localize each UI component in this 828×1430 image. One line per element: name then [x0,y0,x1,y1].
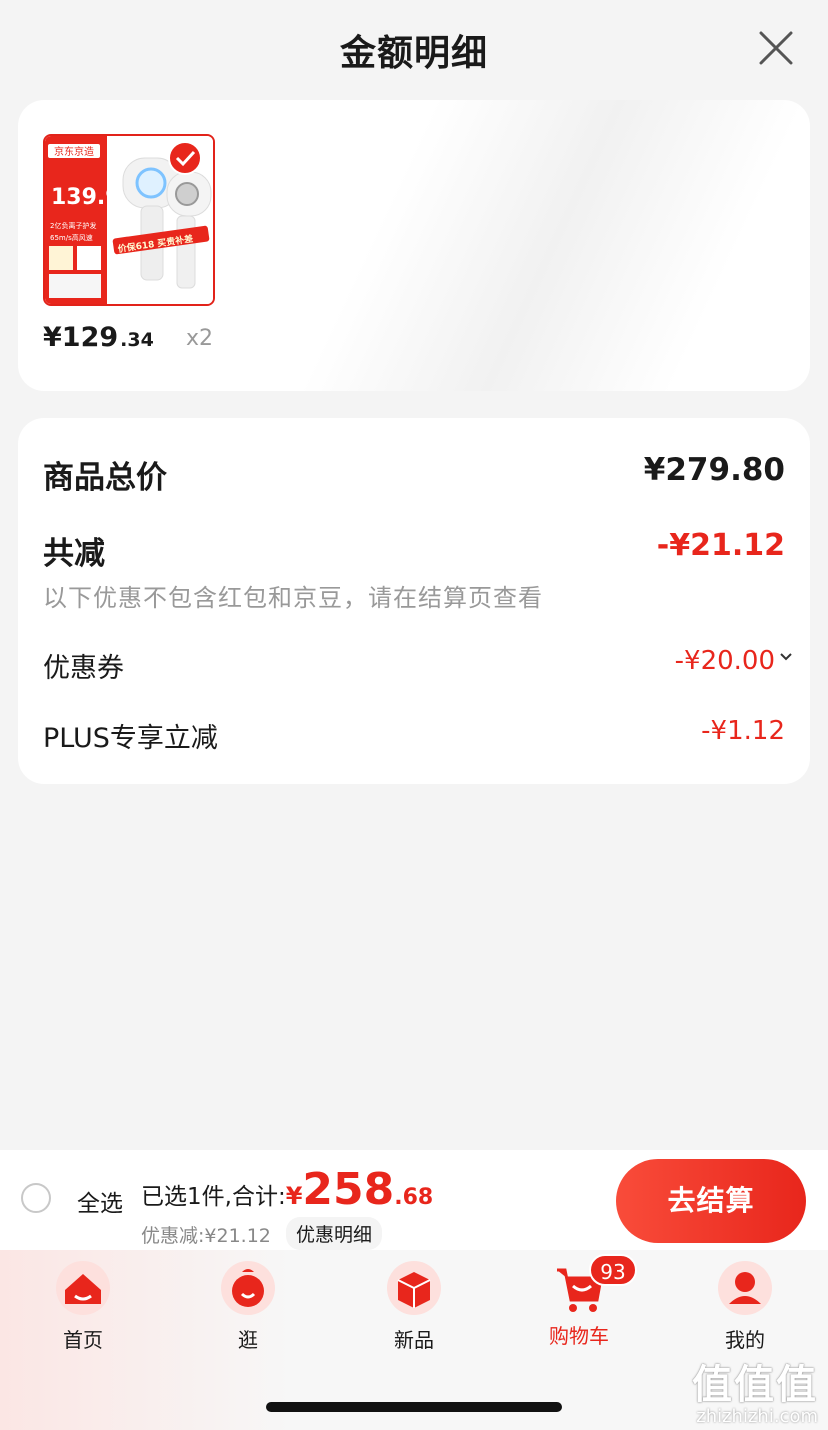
checkout-button[interactable]: 去结算 [616,1159,806,1243]
selected-count-text: 已选1件,合计: [141,1184,286,1210]
discount-note: 以下优惠不包含红包和京豆，请在结算页查看 [43,584,543,612]
product-thumbnail[interactable]: 京东京造 139.9 2亿负离子护发 65m/s高风速 价保618 买贵补差 [43,134,215,306]
product-price-main: ¥129 [43,322,119,353]
cart-badge: 93 [589,1254,637,1286]
new-products-icon [387,1261,441,1315]
tab-cart[interactable]: 93 购物车 [524,1254,637,1360]
page-title: 金额明细 [339,33,488,74]
checkout-summary: 已选1件,合计:¥258.68 [141,1164,433,1215]
tab-browse[interactable]: 逛 [193,1260,303,1360]
checkout-bar: 全选 已选1件,合计:¥258.68 优惠减:¥21.12 优惠明细 去结算 [0,1150,828,1250]
plus-discount-label: PLUS专享立减 [43,723,218,754]
tab-new-products-label: 新品 [394,1328,434,1352]
watermark-sub: zhizhizhi.com [696,1406,818,1427]
product-image: 京东京造 139.9 2亿负离子护发 65m/s高风速 价保618 买贵补差 [45,136,213,304]
tab-home-label: 首页 [63,1328,103,1352]
currency-symbol: ¥ [285,1182,303,1210]
home-icon [56,1261,110,1315]
tab-new-products[interactable]: 新品 [359,1260,469,1360]
svg-text:65m/s高风速: 65m/s高风速 [50,233,93,242]
product-quantity: x2 [186,326,214,351]
profile-icon [718,1261,772,1315]
header: 金额明细 [0,0,828,100]
tab-browse-label: 逛 [238,1328,258,1352]
product-price-decimal: .34 [120,329,154,351]
watermark: 值值值 zhizhizhi.com [692,1352,818,1427]
coupon-value[interactable]: -¥20.00 [675,646,775,676]
total-reduce-value: -¥21.12 [656,528,785,563]
browse-icon [221,1261,275,1315]
cart-icon-wrap: 93 [551,1254,637,1316]
total-price-label: 商品总价 [43,460,167,496]
select-all-label[interactable]: 全选 [77,1184,123,1218]
tab-profile-label: 我的 [725,1328,765,1352]
discount-detail-link[interactable]: 优惠明细 [286,1217,383,1250]
close-icon[interactable] [758,30,794,66]
tab-profile[interactable]: 我的 [690,1260,800,1360]
tab-home[interactable]: 首页 [28,1260,138,1360]
total-price-value: ¥279.80 [643,452,785,488]
chevron-down-icon[interactable] [779,652,793,662]
watermark-main: 值值值 [692,1362,818,1408]
total-amount-decimal: .68 [394,1185,434,1210]
home-indicator[interactable] [266,1402,562,1412]
total-amount: 258 [302,1164,395,1215]
coupon-label: 优惠券 [43,653,124,684]
select-all-checkbox[interactable] [21,1183,51,1213]
total-reduce-label: 共减 [43,536,105,572]
tab-cart-label: 购物车 [549,1324,609,1348]
svg-text:139.9: 139.9 [51,185,121,210]
plus-discount-value: -¥1.12 [701,716,785,746]
product-card: 京东京造 139.9 2亿负离子护发 65m/s高风速 价保618 买贵补差 ¥… [18,100,810,391]
svg-text:2亿负离子护发: 2亿负离子护发 [50,221,96,230]
discount-text: 优惠减:¥21.12 [141,1225,271,1247]
product-price: ¥129.34 [43,322,154,353]
amount-detail-card: 商品总价 ¥279.80 共减 -¥21.12 以下优惠不包含红包和京豆，请在结… [18,418,810,784]
svg-text:京东京造: 京东京造 [54,145,94,158]
